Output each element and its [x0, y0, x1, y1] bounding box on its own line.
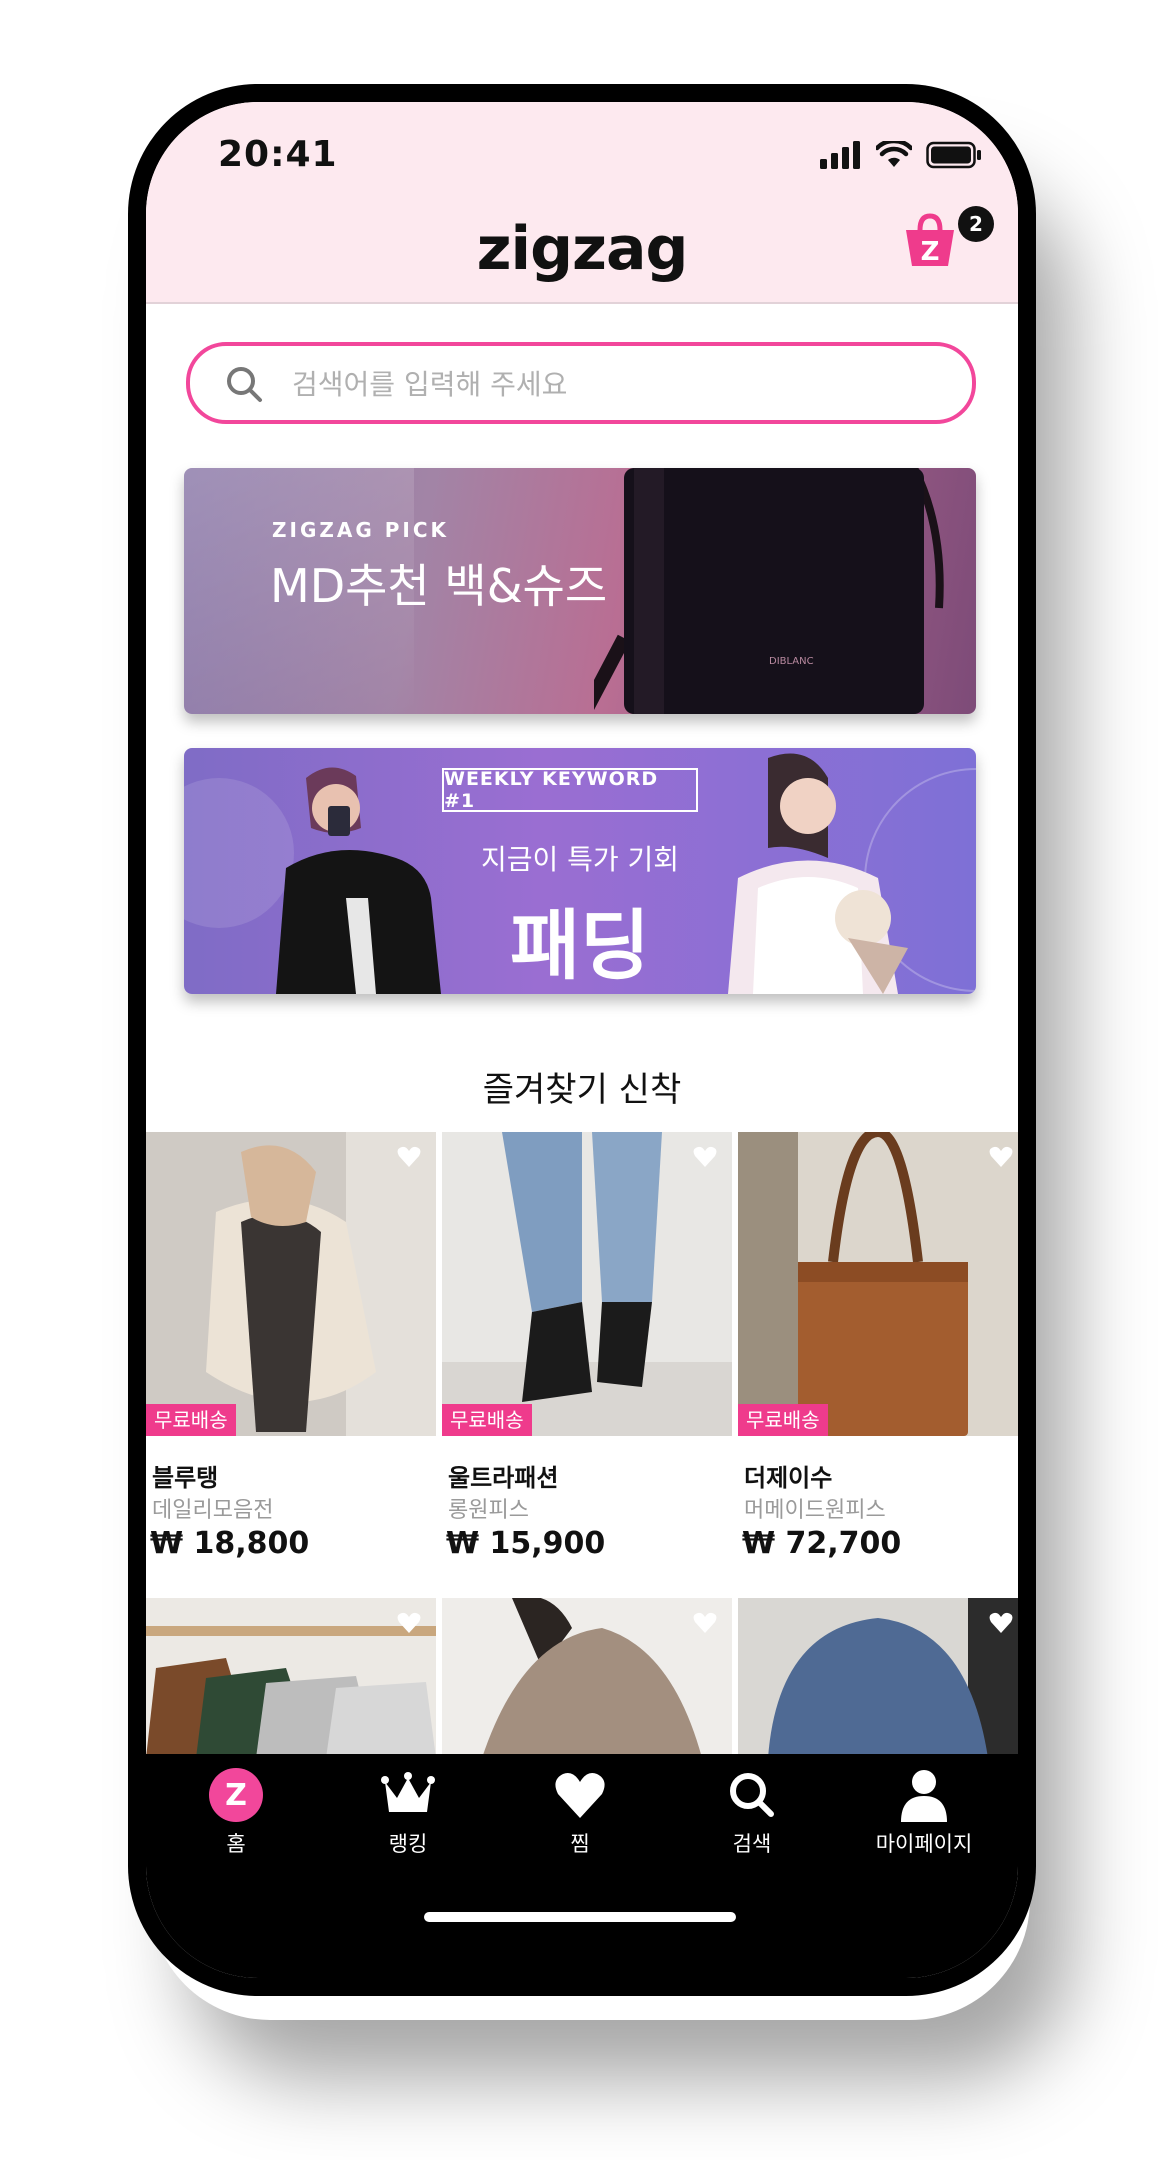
hangers-photo [146, 1598, 436, 1758]
cardigan-photo [146, 1132, 436, 1436]
product-shop: 더제이수 [744, 1464, 833, 1492]
nav-ranking[interactable]: 랭킹 [322, 1768, 494, 1858]
product-price: ₩ 15,900 [446, 1526, 606, 1561]
product-category: 머메이드원피스 [744, 1498, 886, 1523]
nav-mypage[interactable]: 마이페이지 [838, 1768, 1010, 1858]
product-shop: 블루탱 [152, 1464, 219, 1492]
bag-brand-label: DIBLANC [769, 656, 814, 667]
section-title: 즐겨찾기 신착 [482, 1070, 682, 1110]
nav-label: 찜 [570, 1832, 590, 1856]
product-image[interactable] [146, 1598, 436, 1758]
banner-weekly-keyword[interactable]: WEEKLY KEYWORD #1 지금이 특가 기회 패딩 [184, 748, 976, 994]
blue-sweater-photo [738, 1598, 1018, 1758]
profile-icon [901, 1770, 947, 1822]
product-price: ₩ 18,800 [150, 1526, 310, 1561]
signal-icon [820, 141, 860, 169]
app-screen: 20:41 zigzag Z 2 검색어를 입력해 주세요 ZIGZAG PIC… [146, 102, 1018, 1978]
product-image[interactable]: 무료배송 [442, 1132, 732, 1436]
wishlist-heart-icon[interactable] [988, 1144, 1014, 1170]
banner-title: MD추천 백&슈즈 [270, 559, 608, 613]
wishlist-heart-icon[interactable] [692, 1144, 718, 1170]
banner-eyebrow: ZIGZAG PICK [272, 518, 449, 542]
nav-label: 홈 [226, 1832, 246, 1856]
free-shipping-badge: 무료배송 [146, 1404, 236, 1436]
home-z-letter: Z [225, 1778, 247, 1813]
wishlist-heart-icon[interactable] [396, 1144, 422, 1170]
status-time: 20:41 [218, 134, 338, 175]
cart-bag-icon[interactable]: Z [900, 210, 960, 270]
black-bag-image: DIBLANC [594, 468, 944, 714]
product-image[interactable]: 무료배송 [146, 1132, 436, 1436]
product-category: 데일리모음전 [152, 1498, 274, 1523]
free-shipping-badge: 무료배송 [442, 1404, 532, 1436]
crown-icon [381, 1772, 435, 1812]
bottom-nav: Z 홈 랭킹 찜 검색 마이페이지 [146, 1754, 1018, 1978]
search-bar[interactable] [186, 342, 976, 424]
product-image[interactable] [442, 1598, 732, 1758]
brown-bag-photo [738, 1132, 1018, 1436]
nav-label: 마이페이지 [875, 1832, 973, 1856]
search-icon [730, 1773, 774, 1817]
cart-bag-letter: Z [921, 237, 940, 267]
status-icons [820, 138, 982, 172]
nav-search[interactable]: 검색 [666, 1768, 838, 1858]
product-price: ₩ 72,700 [742, 1526, 902, 1561]
search-input[interactable] [290, 358, 934, 410]
cart-count-badge: 2 [958, 206, 994, 242]
wishlist-heart-icon[interactable] [396, 1610, 422, 1636]
wifi-icon [876, 141, 912, 167]
product-image[interactable]: 무료배송 [738, 1132, 1018, 1436]
search-icon [227, 367, 262, 402]
jeans-boots-photo [442, 1132, 732, 1436]
free-shipping-badge: 무료배송 [738, 1404, 828, 1436]
nav-label: 검색 [732, 1832, 772, 1856]
banner-md-pick[interactable]: ZIGZAG PICK MD추천 백&슈즈 DIBLANC [184, 468, 976, 714]
wishlist-heart-icon[interactable] [692, 1610, 718, 1636]
home-z-icon: Z [209, 1768, 263, 1822]
keyword-tag: WEEKLY KEYWORD #1 [442, 768, 698, 812]
model-white-vest-image [728, 753, 908, 994]
turtleneck-photo [442, 1598, 732, 1758]
product-image[interactable] [738, 1598, 1018, 1758]
home-indicator[interactable] [424, 1912, 736, 1922]
heart-icon [555, 1773, 605, 1818]
phone-frame: 20:41 zigzag Z 2 검색어를 입력해 주세요 ZIGZAG PIC… [128, 84, 1036, 1996]
app-logo[interactable]: zigzag [146, 214, 1018, 284]
nav-wishlist[interactable]: 찜 [494, 1768, 666, 1858]
product-category: 롱원피스 [448, 1498, 529, 1523]
nav-home[interactable]: Z 홈 [150, 1768, 322, 1858]
wishlist-heart-icon[interactable] [988, 1610, 1014, 1636]
product-shop: 울트라패션 [448, 1464, 559, 1492]
app-header: 20:41 zigzag Z 2 [146, 102, 1018, 304]
battery-icon [926, 141, 981, 169]
nav-label: 랭킹 [388, 1832, 428, 1856]
